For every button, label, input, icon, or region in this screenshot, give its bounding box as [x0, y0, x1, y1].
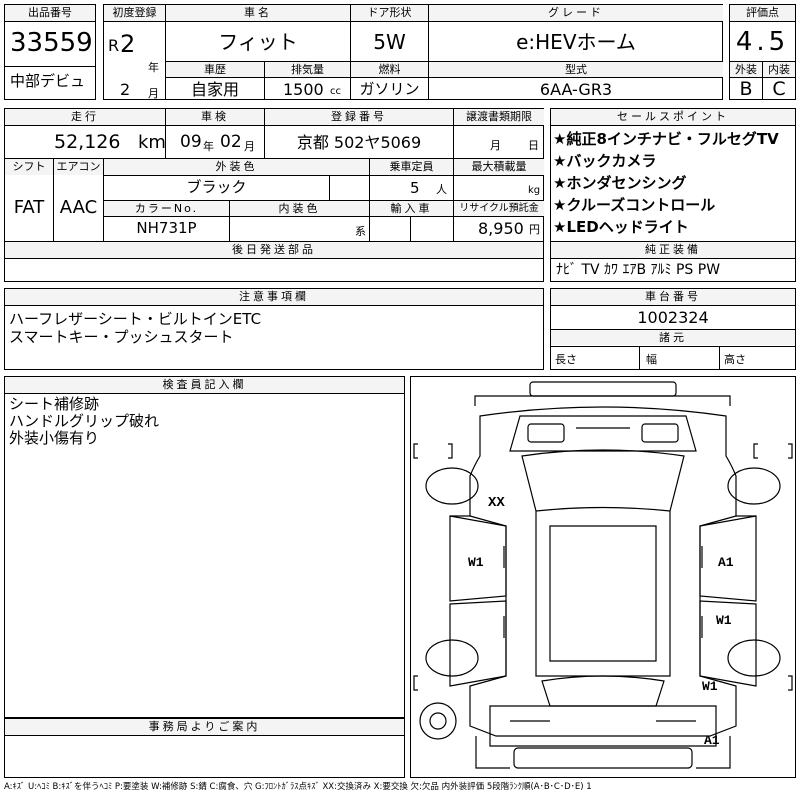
notes-line: ハーフレザーシート・ビルトインETC — [9, 310, 262, 328]
spec-length-label: 長さ — [555, 353, 577, 366]
chassis-value: 1002324 — [637, 308, 709, 327]
sales-point-item: ★ホンダセンシング — [553, 174, 687, 192]
car-diagram: XX W1 A1 W1 W1 A1 — [413, 381, 793, 769]
sales-point-item: ★LEDヘッドライト — [553, 218, 689, 236]
notes-label: 注意事項欄 — [5, 289, 543, 305]
max-load-unit: kg — [528, 185, 541, 196]
first-reg-year: 2 — [120, 30, 136, 58]
transfer-month-unit: 月 — [490, 139, 501, 152]
damage-mark-left-front-door: W1 — [468, 555, 484, 570]
import-label: 輸入車 — [370, 201, 453, 216]
first-reg-label: 初度登録 — [104, 5, 165, 21]
venue-label: 中部デビュ — [10, 72, 86, 90]
score-value: 4.5 — [735, 27, 790, 57]
inspector-line: 外装小傷有り — [9, 429, 100, 447]
mileage-label: 走行 — [5, 109, 165, 125]
aircon-label: エアコン — [54, 159, 103, 175]
displacement-value: 1500 — [283, 80, 324, 99]
int-color-label: 内装色 — [230, 201, 369, 216]
inspection-month-unit: 月 — [244, 140, 255, 153]
door-label: ドア形状 — [351, 5, 428, 21]
sales-point-item: ★純正8インチナビ・フルセグTV — [553, 130, 779, 148]
plate-label: 登録番号 — [265, 109, 453, 125]
mileage-value: 52,126 — [54, 131, 121, 153]
capacity-label: 乗車定員 — [370, 159, 453, 175]
capacity-unit: 人 — [436, 183, 447, 196]
grade-label: グレード — [429, 5, 723, 21]
first-reg-month-unit: 月 — [148, 87, 159, 100]
plate-value: 京都 502ヤ5069 — [296, 133, 422, 152]
damage-mark-rear: A1 — [704, 733, 720, 748]
color-no-label: カラーNo. — [104, 201, 229, 216]
sales-point-item: ★クルーズコントロール — [553, 196, 716, 214]
lot-number: 33559 — [10, 28, 93, 58]
chassis-label: 車台番号 — [551, 289, 795, 305]
fuel-value: ガソリン — [359, 80, 420, 98]
inspector-label: 検査員記入欄 — [5, 377, 404, 393]
recycle-unit: 円 — [529, 223, 540, 236]
spec-height-label: 高さ — [724, 353, 746, 366]
damage-mark-right-rear-door: W1 — [716, 613, 732, 628]
inspector-line: シート補修跡 — [9, 395, 100, 413]
door-value: 5W — [373, 30, 406, 54]
specs-label: 諸元 — [551, 330, 795, 345]
ext-color-value: ブラック — [186, 178, 247, 196]
color-no-value: NH731P — [136, 219, 197, 237]
sales-points-label: セールスポイント — [551, 109, 795, 125]
notes-line: スマートキー・プッシュスタート — [9, 328, 234, 346]
max-load-label: 最大積載量 — [454, 159, 544, 175]
lot-label: 出品番号 — [5, 5, 95, 21]
inspection-month: 02 — [220, 132, 242, 152]
transfer-day-unit: 日 — [528, 139, 539, 152]
equipment-label: 純正装備 — [551, 242, 795, 258]
car-name-value: フィット — [218, 30, 298, 54]
shift-value: FAT — [13, 197, 45, 218]
shift-label: シフト — [5, 159, 53, 175]
displacement-unit: cc — [330, 86, 341, 97]
first-reg-year-unit: 年 — [148, 61, 159, 74]
recycle-label: リサイクル預託金 — [454, 201, 544, 216]
recycle-value: 8,950 — [478, 219, 524, 238]
first-reg-month: 2 — [120, 80, 131, 99]
office-label: 事務局よりご案内 — [5, 719, 404, 735]
int-color-unit: 系 — [355, 225, 366, 238]
ext-color-label: 外装色 — [104, 159, 369, 175]
ext-score-value: B — [739, 78, 753, 100]
inspection-year-unit: 年 — [203, 140, 214, 153]
first-reg-era: R — [108, 36, 120, 55]
damage-legend: A:ｷｽﾞ U:ﾍｺﾐ B:ｷｽﾞを伴うﾍｺﾐ P:要塗装 W:補修跡 S:錆 … — [4, 782, 592, 792]
int-score-value: C — [772, 78, 786, 100]
displacement-label: 排気量 — [265, 62, 350, 77]
inspector-line: ハンドルグリップ破れ — [9, 412, 160, 430]
damage-mark-right-rear: W1 — [702, 679, 718, 694]
grade-value: e:HEVホーム — [516, 30, 636, 54]
equipment-value: ﾅﾋﾞ TV ｶﾜ ｴｱB ｱﾙﾐ PS PW — [556, 262, 721, 278]
transfer-label: 譲渡書類期限 — [454, 109, 544, 125]
damage-mark-front: XX — [488, 495, 505, 511]
mileage-unit: km — [138, 132, 166, 153]
car-name-label: 車名 — [166, 5, 350, 21]
model-label: 型式 — [429, 62, 723, 77]
spec-width-label: 幅 — [646, 353, 657, 366]
inspection-year: 09 — [180, 132, 202, 152]
ext-score-label: 外装 — [730, 62, 762, 77]
damage-mark-right-front-door: A1 — [718, 555, 734, 570]
capacity-value: 5 — [410, 179, 420, 197]
inspection-label: 車検 — [166, 109, 264, 125]
history-label: 車歴 — [166, 62, 264, 77]
score-label: 評価点 — [730, 5, 795, 21]
sales-point-item: ★バックカメラ — [553, 152, 657, 170]
int-score-label: 内装 — [763, 62, 795, 77]
later-parts-label: 後日発送部品 — [5, 242, 543, 258]
model-value: 6AA-GR3 — [539, 80, 613, 99]
aircon-value: AAC — [59, 197, 98, 218]
history-value: 自家用 — [190, 80, 239, 99]
fuel-label: 燃料 — [351, 62, 428, 77]
